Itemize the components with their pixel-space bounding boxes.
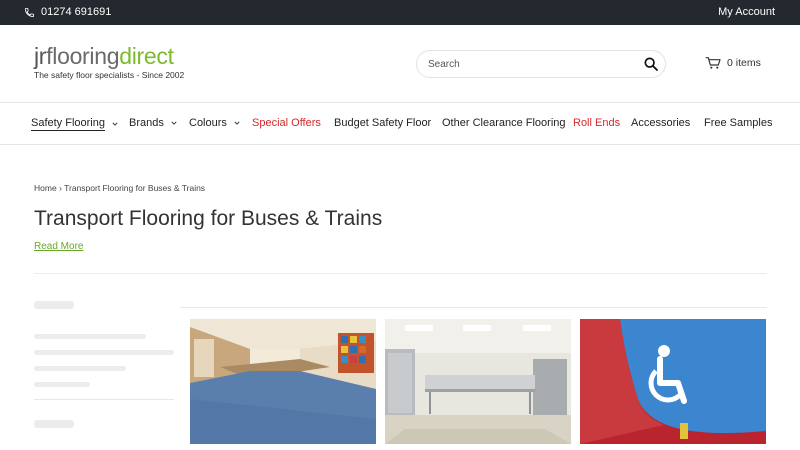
filter-divider bbox=[34, 399, 174, 400]
nav-item-roll-ends[interactable]: Roll Ends bbox=[573, 117, 620, 129]
breadcrumb: Home › Transport Flooring for Buses & Tr… bbox=[34, 183, 205, 193]
nav-item-free-samples[interactable]: Free Samples bbox=[704, 117, 772, 129]
toolbar-divider bbox=[180, 307, 767, 308]
site-logo[interactable]: jrflooringdirect The safety floor specia… bbox=[34, 44, 184, 80]
filter-skeleton-line bbox=[34, 334, 146, 339]
product-card-image[interactable] bbox=[385, 319, 571, 444]
kitchen-grey-floor-photo bbox=[385, 319, 571, 444]
phone-icon bbox=[24, 7, 35, 17]
filter-skeleton-line bbox=[34, 366, 126, 371]
nav-item-special-offers[interactable]: Special Offers bbox=[252, 117, 321, 129]
nav-item-budget-safety-floor[interactable]: Budget Safety Floor bbox=[334, 117, 431, 129]
filter-skeleton-line bbox=[34, 382, 90, 387]
breadcrumb-current: Transport Flooring for Buses & Trains bbox=[64, 183, 206, 193]
corridor-blue-floor-photo bbox=[190, 319, 376, 444]
nav-item-brands[interactable]: Brands bbox=[129, 117, 177, 129]
search-box bbox=[416, 50, 666, 78]
chevron-down-icon bbox=[234, 121, 240, 125]
search-icon[interactable] bbox=[643, 56, 659, 72]
cart-icon bbox=[705, 57, 721, 69]
logo-wordmark: jrflooringdirect bbox=[34, 43, 174, 69]
section-divider bbox=[34, 273, 767, 274]
nav-item-accessories[interactable]: Accessories bbox=[631, 117, 690, 129]
phone-number: 01274 691691 bbox=[41, 6, 112, 18]
wheelchair-sign-blue-red-floor-photo bbox=[580, 319, 766, 444]
page-title: Transport Flooring for Buses & Trains bbox=[34, 207, 383, 230]
nav-item-colours[interactable]: Colours bbox=[189, 117, 240, 129]
product-card-image[interactable] bbox=[190, 319, 376, 444]
read-more-link[interactable]: Read More bbox=[34, 241, 83, 252]
nav-item-safety-flooring[interactable]: Safety Flooring bbox=[31, 117, 118, 131]
phone-contact[interactable]: 01274 691691 bbox=[24, 6, 111, 18]
chevron-down-icon bbox=[171, 121, 177, 125]
main-nav: Safety Flooring Brands Colours Special O… bbox=[0, 103, 800, 145]
nav-item-other-clearance-flooring[interactable]: Other Clearance Flooring bbox=[442, 117, 566, 129]
filter-skeleton-heading bbox=[34, 301, 74, 309]
my-account-link[interactable]: My Account bbox=[718, 6, 775, 18]
filter-skeleton-line bbox=[34, 350, 174, 355]
cart-link[interactable]: 0 items bbox=[705, 56, 761, 70]
logo-tagline: The safety floor specialists - Since 200… bbox=[34, 70, 185, 80]
product-card-image[interactable] bbox=[580, 319, 766, 444]
cart-count: 0 items bbox=[727, 57, 761, 69]
site-header: jrflooringdirect The safety floor specia… bbox=[0, 25, 800, 103]
filter-skeleton-heading bbox=[34, 420, 74, 428]
breadcrumb-separator: › bbox=[59, 183, 62, 193]
search-input[interactable] bbox=[428, 57, 628, 72]
chevron-down-icon bbox=[112, 122, 118, 126]
top-bar: 01274 691691 My Account bbox=[0, 0, 800, 25]
breadcrumb-home[interactable]: Home bbox=[34, 183, 57, 193]
